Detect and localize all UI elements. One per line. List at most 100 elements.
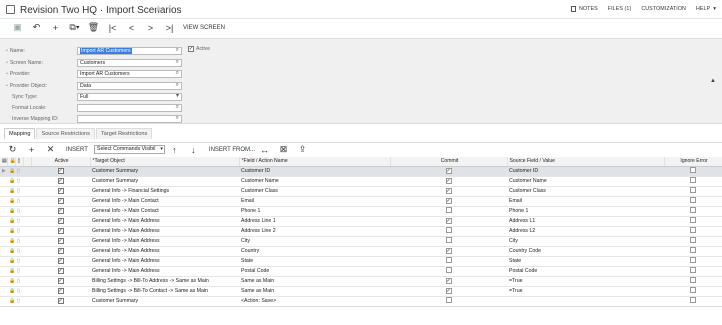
search-icon[interactable]: ⌕ <box>176 48 179 54</box>
row-active-checkbox[interactable]: ✓ <box>57 228 64 234</box>
row-source-field[interactable]: Email <box>509 198 522 204</box>
row-field-action[interactable]: State <box>241 258 253 264</box>
row-active-checkbox[interactable]: ✓ <box>57 258 64 264</box>
row-target-object[interactable]: General Info -> Main Address <box>92 248 160 254</box>
customization-button[interactable]: CUSTOMIZATION <box>641 6 686 12</box>
row-target-object[interactable]: General Info -> Main Address <box>92 218 160 224</box>
row-commit-checkbox[interactable]: ✓ <box>445 178 452 184</box>
row-ignore-error-checkbox[interactable] <box>690 206 696 213</box>
row-source-field[interactable]: Address L1 <box>509 218 535 224</box>
row-field-action[interactable]: City <box>241 238 250 244</box>
row-ignore-error-checkbox[interactable] <box>690 176 696 183</box>
row-target-object[interactable]: Customer Summary <box>92 168 138 174</box>
row-target-object[interactable]: General Info -> Main Contact <box>92 198 159 204</box>
undo-icon[interactable]: ↶ <box>27 21 46 34</box>
table-row[interactable]: 🔒 ▯ ✓ General Info -> Financial Settings Cus… <box>0 186 722 197</box>
row-field-action[interactable]: Address Line 1 <box>241 218 276 224</box>
name-field[interactable]: Import AR Customers ⌕ <box>77 46 182 55</box>
row-file-icon[interactable]: ▯ <box>17 268 20 274</box>
row-source-field[interactable]: Postal Code <box>509 268 537 274</box>
table-row[interactable]: 🔒 ▯ ✓ General Info -> Main Address Country ✓ C… <box>0 246 722 257</box>
row-ignore-error-checkbox[interactable] <box>690 296 696 303</box>
row-field-action[interactable]: Phone 1 <box>241 208 260 214</box>
row-ignore-error-checkbox[interactable] <box>690 236 696 243</box>
table-row[interactable]: ▶ 🔒 ▯ ✓ Customer Summary Customer ID ✓ Customer… <box>0 166 722 177</box>
row-source-field[interactable]: =True <box>509 278 523 284</box>
upload-icon[interactable]: ⇪ <box>293 143 312 156</box>
row-ignore-error-checkbox[interactable] <box>690 216 696 223</box>
row-commit-checkbox[interactable]: ✓ <box>445 218 452 224</box>
first-record-icon[interactable]: |< <box>103 21 122 34</box>
table-row[interactable]: 🔒 ▯ ✓ Billing Settings -> Bill-To Address -… <box>0 276 722 287</box>
screen-name-field[interactable]: Customers ⌕ <box>77 58 182 67</box>
save-icon[interactable]: ▣ <box>8 21 27 34</box>
format-locale-field[interactable]: ⌕ <box>77 103 182 112</box>
row-commit-checkbox[interactable]: ✓ <box>445 198 452 204</box>
row-target-object[interactable]: Billing Settings -> Bill-To Address -> S… <box>92 278 209 284</box>
row-target-object[interactable]: General Info -> Main Contact <box>92 208 159 214</box>
row-field-action[interactable]: Country <box>241 248 259 254</box>
insert-button[interactable]: INSERT <box>66 147 88 153</box>
col-target-object[interactable]: *Target Object <box>90 157 240 167</box>
row-target-object[interactable]: General Info -> Main Address <box>92 228 160 234</box>
row-file-icon[interactable]: ▯ <box>17 248 20 254</box>
row-target-object[interactable]: Customer Summary <box>92 298 138 304</box>
current-row-arrow-icon[interactable]: ▶ <box>2 168 6 174</box>
row-commit-checkbox[interactable] <box>445 206 452 213</box>
row-field-action[interactable]: Postal Code <box>241 268 269 274</box>
row-ignore-error-checkbox[interactable] <box>690 186 696 193</box>
row-file-icon[interactable]: ▯ <box>17 188 20 194</box>
search-icon[interactable]: ⌕ <box>176 60 179 66</box>
row-ignore-error-checkbox[interactable] <box>690 226 696 233</box>
table-row[interactable]: 🔒 ▯ ✓ General Info -> Main Address Postal Co… <box>0 266 722 277</box>
col-active[interactable]: Active <box>31 157 91 167</box>
row-file-icon[interactable]: ▯ <box>17 208 20 214</box>
row-field-action[interactable]: Address Line 2 <box>241 228 276 234</box>
fit-columns-icon[interactable]: ↔ <box>255 143 274 156</box>
row-commit-checkbox[interactable] <box>445 266 452 273</box>
row-commit-checkbox[interactable]: ✓ <box>445 248 452 254</box>
col-field-action[interactable]: *Field / Action Name <box>239 157 391 167</box>
row-field-action[interactable]: Email <box>241 198 254 204</box>
row-file-icon[interactable]: ▯ <box>17 218 20 224</box>
tab-target-restrictions[interactable]: Target Restrictions <box>95 128 153 139</box>
row-active-checkbox[interactable]: ✓ <box>57 218 64 224</box>
table-row[interactable]: 🔒 ▯ ✓ General Info -> Main Address City City <box>0 236 722 247</box>
row-target-object[interactable]: General Info -> Main Address <box>92 238 160 244</box>
row-target-object[interactable]: General Info -> Main Address <box>92 268 160 274</box>
inverse-mapping-field[interactable]: ⌕ <box>77 114 182 123</box>
row-file-icon[interactable]: ▯ <box>17 198 20 204</box>
previous-record-icon[interactable]: < <box>122 21 141 34</box>
row-ignore-error-checkbox[interactable] <box>690 276 696 283</box>
row-field-action[interactable]: Customer Name <box>241 178 279 184</box>
row-target-object[interactable]: General Info -> Main Address <box>92 258 160 264</box>
insert-from-button[interactable]: INSERT FROM... <box>209 147 255 153</box>
row-source-field[interactable]: Customer ID <box>509 168 538 174</box>
row-commit-checkbox[interactable] <box>445 226 452 233</box>
table-row[interactable]: 🔒 ▯ ✓ Billing Settings -> Bill-To Contact -… <box>0 286 722 297</box>
row-source-field[interactable]: City <box>509 238 518 244</box>
row-active-checkbox[interactable]: ✓ <box>57 278 64 284</box>
move-down-icon[interactable]: ↓ <box>184 143 203 156</box>
row-ignore-error-checkbox[interactable] <box>690 286 696 293</box>
tab-mapping[interactable]: Mapping <box>4 128 36 139</box>
provider-object-field[interactable]: Data ⌕ <box>77 81 182 90</box>
notes-button[interactable]: NOTES <box>571 6 598 12</box>
delete-icon[interactable]: 🗑 <box>84 21 103 34</box>
search-icon[interactable]: ⌕ <box>176 116 179 122</box>
row-source-field[interactable]: State <box>509 258 521 264</box>
row-active-checkbox[interactable]: ✓ <box>57 298 64 304</box>
table-row[interactable]: 🔒 ▯ ✓ Customer Summary <Action: Save> <box>0 296 722 307</box>
provider-field[interactable]: Import AR Customers ⌕ <box>77 69 182 78</box>
row-file-icon[interactable]: ▯ <box>17 228 20 234</box>
row-source-field[interactable]: Customer Class <box>509 188 546 194</box>
row-field-action[interactable]: Customer ID <box>241 168 270 174</box>
row-source-field[interactable]: Customer Name <box>509 178 547 184</box>
commands-select[interactable]: Select Commands Visibil ▾ <box>93 145 165 154</box>
next-record-icon[interactable]: > <box>141 21 160 34</box>
collapse-chevron-icon[interactable]: ▲ <box>710 78 716 84</box>
row-ignore-error-checkbox[interactable] <box>690 196 696 203</box>
row-ignore-error-checkbox[interactable] <box>690 246 696 253</box>
row-file-icon[interactable]: ▯ <box>17 238 20 244</box>
row-file-icon[interactable]: ▯ <box>17 258 20 264</box>
